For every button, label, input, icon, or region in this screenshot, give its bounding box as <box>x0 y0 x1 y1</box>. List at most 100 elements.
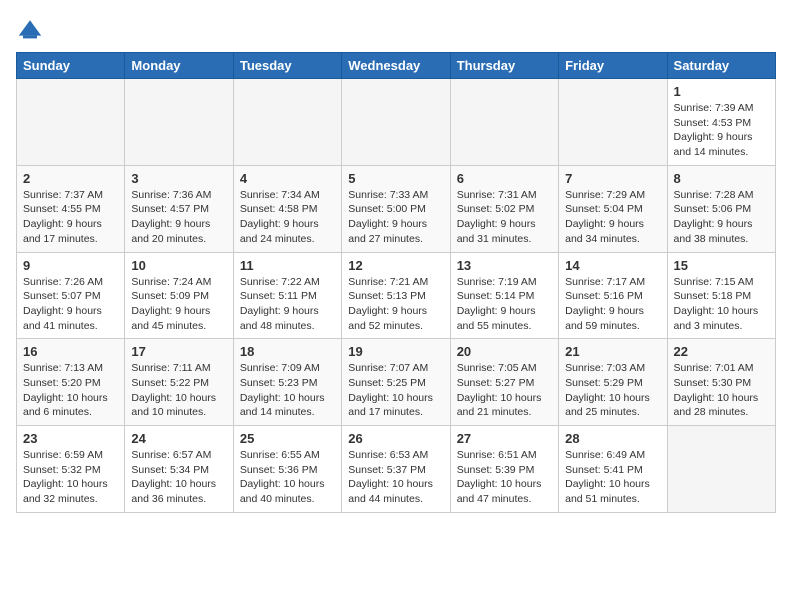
day-info: Sunrise: 7:17 AM Sunset: 5:16 PM Dayligh… <box>565 275 660 334</box>
day-info: Sunrise: 7:31 AM Sunset: 5:02 PM Dayligh… <box>457 188 552 247</box>
day-info: Sunrise: 7:15 AM Sunset: 5:18 PM Dayligh… <box>674 275 769 334</box>
calendar-cell <box>17 79 125 166</box>
calendar-cell: 26 Sunrise: 6:53 AM Sunset: 5:37 PM Dayli… <box>342 426 450 513</box>
day-info: Sunrise: 7:37 AM Sunset: 4:55 PM Dayligh… <box>23 188 118 247</box>
calendar-cell: 20 Sunrise: 7:05 AM Sunset: 5:27 PM Dayli… <box>450 339 558 426</box>
calendar-cell: 21 Sunrise: 7:03 AM Sunset: 5:29 PM Dayli… <box>559 339 667 426</box>
day-info: Sunrise: 6:51 AM Sunset: 5:39 PM Dayligh… <box>457 448 552 507</box>
day-number: 7 <box>565 171 660 186</box>
day-info: Sunrise: 7:19 AM Sunset: 5:14 PM Dayligh… <box>457 275 552 334</box>
calendar-cell <box>450 79 558 166</box>
calendar-cell: 7 Sunrise: 7:29 AM Sunset: 5:04 PM Daylig… <box>559 165 667 252</box>
day-info: Sunrise: 7:22 AM Sunset: 5:11 PM Dayligh… <box>240 275 335 334</box>
day-header-monday: Monday <box>125 53 233 79</box>
calendar-cell: 28Sunrise: 6:49 AM Sunset: 5:41 PM Dayli… <box>559 426 667 513</box>
calendar-cell <box>125 79 233 166</box>
day-info: Sunrise: 7:33 AM Sunset: 5:00 PM Dayligh… <box>348 188 443 247</box>
calendar-cell: 24 Sunrise: 6:57 AM Sunset: 5:34 PM Dayli… <box>125 426 233 513</box>
day-number: 14 <box>565 258 660 273</box>
day-number: 10 <box>131 258 226 273</box>
day-info: Sunrise: 6:55 AM Sunset: 5:36 PM Dayligh… <box>240 448 335 507</box>
calendar-cell: 10 Sunrise: 7:24 AM Sunset: 5:09 PM Dayli… <box>125 252 233 339</box>
day-number: 5 <box>348 171 443 186</box>
day-number: 1 <box>674 84 769 99</box>
day-number: 21 <box>565 344 660 359</box>
day-info: Sunrise: 7:34 AM Sunset: 4:58 PM Dayligh… <box>240 188 335 247</box>
calendar-week-1: 1 Sunrise: 7:39 AM Sunset: 4:53 PM Daylig… <box>17 79 776 166</box>
day-number: 4 <box>240 171 335 186</box>
day-number: 3 <box>131 171 226 186</box>
calendar-week-5: 23 Sunrise: 6:59 AM Sunset: 5:32 PM Dayli… <box>17 426 776 513</box>
day-info: Sunrise: 7:05 AM Sunset: 5:27 PM Dayligh… <box>457 361 552 420</box>
day-number: 13 <box>457 258 552 273</box>
day-info: Sunrise: 6:53 AM Sunset: 5:37 PM Dayligh… <box>348 448 443 507</box>
calendar-header-row: SundayMondayTuesdayWednesdayThursdayFrid… <box>17 53 776 79</box>
day-info: Sunrise: 7:29 AM Sunset: 5:04 PM Dayligh… <box>565 188 660 247</box>
calendar-cell: 11 Sunrise: 7:22 AM Sunset: 5:11 PM Dayli… <box>233 252 341 339</box>
calendar-cell: 15Sunrise: 7:15 AM Sunset: 5:18 PM Dayli… <box>667 252 775 339</box>
day-info: Sunrise: 7:28 AM Sunset: 5:06 PM Dayligh… <box>674 188 769 247</box>
calendar-cell: 22 Sunrise: 7:01 AM Sunset: 5:30 PM Dayli… <box>667 339 775 426</box>
day-number: 24 <box>131 431 226 446</box>
day-info: Sunrise: 7:39 AM Sunset: 4:53 PM Dayligh… <box>674 101 769 160</box>
day-info: Sunrise: 7:03 AM Sunset: 5:29 PM Dayligh… <box>565 361 660 420</box>
calendar-cell: 19 Sunrise: 7:07 AM Sunset: 5:25 PM Dayli… <box>342 339 450 426</box>
day-header-sunday: Sunday <box>17 53 125 79</box>
day-number: 19 <box>348 344 443 359</box>
calendar-cell: 3 Sunrise: 7:36 AM Sunset: 4:57 PM Daylig… <box>125 165 233 252</box>
calendar-week-3: 9 Sunrise: 7:26 AM Sunset: 5:07 PM Daylig… <box>17 252 776 339</box>
day-number: 18 <box>240 344 335 359</box>
day-number: 28 <box>565 431 660 446</box>
day-info: Sunrise: 6:59 AM Sunset: 5:32 PM Dayligh… <box>23 448 118 507</box>
calendar-cell: 18 Sunrise: 7:09 AM Sunset: 5:23 PM Dayli… <box>233 339 341 426</box>
calendar-cell: 6 Sunrise: 7:31 AM Sunset: 5:02 PM Daylig… <box>450 165 558 252</box>
day-number: 26 <box>348 431 443 446</box>
calendar-cell <box>342 79 450 166</box>
page-header <box>16 16 776 44</box>
day-info: Sunrise: 7:24 AM Sunset: 5:09 PM Dayligh… <box>131 275 226 334</box>
calendar-cell: 2 Sunrise: 7:37 AM Sunset: 4:55 PM Daylig… <box>17 165 125 252</box>
day-info: Sunrise: 7:09 AM Sunset: 5:23 PM Dayligh… <box>240 361 335 420</box>
day-number: 6 <box>457 171 552 186</box>
day-info: Sunrise: 7:11 AM Sunset: 5:22 PM Dayligh… <box>131 361 226 420</box>
day-header-wednesday: Wednesday <box>342 53 450 79</box>
day-info: Sunrise: 6:57 AM Sunset: 5:34 PM Dayligh… <box>131 448 226 507</box>
calendar-cell <box>559 79 667 166</box>
calendar-cell: 13 Sunrise: 7:19 AM Sunset: 5:14 PM Dayli… <box>450 252 558 339</box>
day-info: Sunrise: 7:07 AM Sunset: 5:25 PM Dayligh… <box>348 361 443 420</box>
day-number: 11 <box>240 258 335 273</box>
day-header-tuesday: Tuesday <box>233 53 341 79</box>
day-number: 22 <box>674 344 769 359</box>
calendar-cell: 5 Sunrise: 7:33 AM Sunset: 5:00 PM Daylig… <box>342 165 450 252</box>
day-number: 2 <box>23 171 118 186</box>
calendar-cell <box>667 426 775 513</box>
day-info: Sunrise: 7:13 AM Sunset: 5:20 PM Dayligh… <box>23 361 118 420</box>
day-number: 20 <box>457 344 552 359</box>
day-number: 9 <box>23 258 118 273</box>
day-number: 8 <box>674 171 769 186</box>
calendar-cell: 23 Sunrise: 6:59 AM Sunset: 5:32 PM Dayli… <box>17 426 125 513</box>
day-info: Sunrise: 7:01 AM Sunset: 5:30 PM Dayligh… <box>674 361 769 420</box>
calendar-week-2: 2 Sunrise: 7:37 AM Sunset: 4:55 PM Daylig… <box>17 165 776 252</box>
calendar-cell: 12Sunrise: 7:21 AM Sunset: 5:13 PM Dayli… <box>342 252 450 339</box>
logo <box>16 16 48 44</box>
calendar-cell: 9 Sunrise: 7:26 AM Sunset: 5:07 PM Daylig… <box>17 252 125 339</box>
calendar-cell: 1 Sunrise: 7:39 AM Sunset: 4:53 PM Daylig… <box>667 79 775 166</box>
day-header-thursday: Thursday <box>450 53 558 79</box>
calendar-cell: 16 Sunrise: 7:13 AM Sunset: 5:20 PM Dayli… <box>17 339 125 426</box>
calendar-cell: 8 Sunrise: 7:28 AM Sunset: 5:06 PM Daylig… <box>667 165 775 252</box>
calendar-cell: 17Sunrise: 7:11 AM Sunset: 5:22 PM Dayli… <box>125 339 233 426</box>
day-number: 25 <box>240 431 335 446</box>
day-number: 12 <box>348 258 443 273</box>
logo-icon <box>16 16 44 44</box>
day-number: 27 <box>457 431 552 446</box>
calendar-cell: 25 Sunrise: 6:55 AM Sunset: 5:36 PM Dayli… <box>233 426 341 513</box>
calendar-cell: 27 Sunrise: 6:51 AM Sunset: 5:39 PM Dayli… <box>450 426 558 513</box>
day-info: Sunrise: 7:36 AM Sunset: 4:57 PM Dayligh… <box>131 188 226 247</box>
calendar-week-4: 16 Sunrise: 7:13 AM Sunset: 5:20 PM Dayli… <box>17 339 776 426</box>
calendar-cell <box>233 79 341 166</box>
day-number: 16 <box>23 344 118 359</box>
day-info: Sunrise: 7:26 AM Sunset: 5:07 PM Dayligh… <box>23 275 118 334</box>
day-header-saturday: Saturday <box>667 53 775 79</box>
day-number: 23 <box>23 431 118 446</box>
